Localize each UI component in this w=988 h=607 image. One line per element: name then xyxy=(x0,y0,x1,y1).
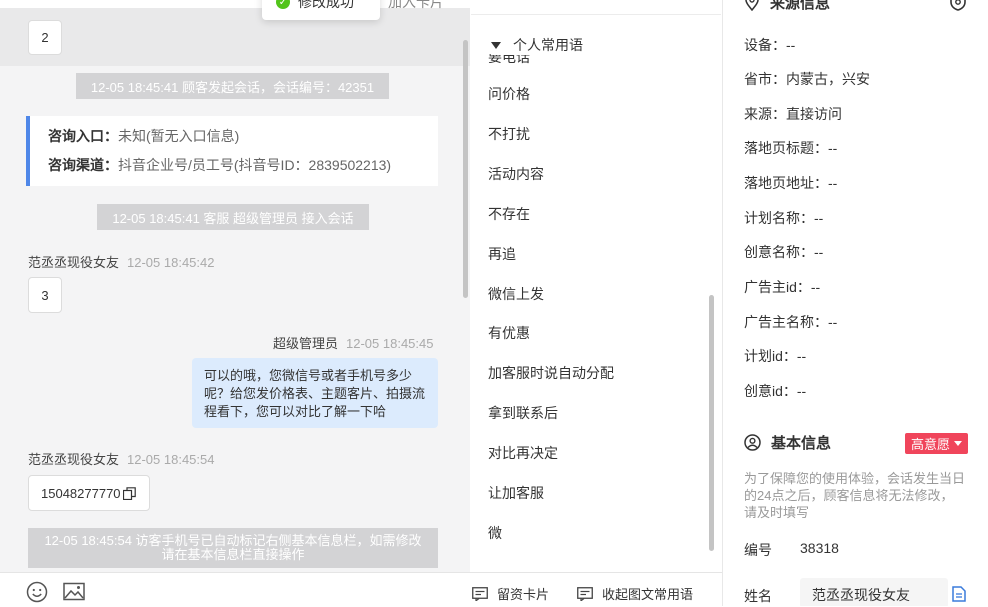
agent-sender-line: 超级管理员 12-05 18:45:45 xyxy=(273,336,434,351)
customer-message-bubble: 3 xyxy=(28,277,62,313)
chat-scrollbar[interactable] xyxy=(463,40,468,298)
phrase-item[interactable]: 加客服时说自动分配 xyxy=(488,363,614,383)
system-message-phone-marked: 12-05 18:45:54 访客手机号已自动标记右侧基本信息栏，如需修改请在基… xyxy=(28,528,438,568)
source-info-row: 创意id：-- xyxy=(744,383,807,399)
system-message-agent-joined: 12-05 18:45:41 客服 超级管理员 接入会话 xyxy=(97,204,369,230)
source-info-row: 创意名称：-- xyxy=(744,244,824,260)
source-info-row: 广告主id：-- xyxy=(744,279,821,295)
source-info-row: 来源：直接访问 xyxy=(744,106,842,122)
intent-level-dropdown[interactable]: 高意愿 xyxy=(905,433,969,454)
name-label: 姓名 xyxy=(744,588,772,604)
phrase-item[interactable]: 不存在 xyxy=(488,204,530,224)
edit-deadline-notice: 为了保障您的使用体验，会话发生当日的24点之后，顾客信息将无法修改，请及时填写 xyxy=(744,471,966,520)
consult-entry-card: 咨询入口：未知(暂无入口信息) 咨询渠道：抖音企业号/员工号(抖音号ID：283… xyxy=(26,116,438,186)
caret-down-icon xyxy=(954,441,963,446)
customer-message-bubble: 2 xyxy=(28,20,62,55)
phrases-group-toggle[interactable]: 个人常用语 xyxy=(491,35,591,55)
customer-info-panel: 来源信息 设备：-- 省市：内蒙古，兴安 来源：直接访问 落地页标题：-- 落地… xyxy=(723,0,988,606)
id-label: 编号 xyxy=(744,542,772,558)
lead-card-button[interactable]: 留资卡片 xyxy=(472,584,549,603)
customer-sender-line: 范丞丞现役女友 12-05 18:45:42 xyxy=(28,255,215,270)
source-info-row: 省市：内蒙古，兴安 xyxy=(744,71,870,87)
collapse-phrases-button[interactable]: 收起图文常用语 xyxy=(577,584,693,603)
image-icon[interactable] xyxy=(63,582,85,602)
customer-phone-bubble: 15048277770 xyxy=(28,475,150,511)
check-circle-icon: ✓ xyxy=(276,0,290,9)
phrase-item[interactable]: 有优惠 xyxy=(488,323,530,343)
shield-icon[interactable] xyxy=(949,0,967,11)
phrase-item[interactable]: 微信上发 xyxy=(488,284,544,304)
source-info-row: 计划名称：-- xyxy=(744,210,824,226)
caret-down-icon xyxy=(491,41,501,49)
id-value: 38318 xyxy=(800,540,839,556)
phrase-item[interactable]: 不打扰 xyxy=(488,124,530,144)
source-info-row: 计划id：-- xyxy=(744,348,807,364)
source-info-row: 落地页地址：-- xyxy=(744,175,838,191)
source-info-header: 来源信息 xyxy=(745,0,830,13)
success-toast: ✓ 修改成功 xyxy=(262,0,380,20)
phrase-item[interactable]: 对比再决定 xyxy=(488,443,558,463)
phrase-item[interactable]: 活动内容 xyxy=(488,164,544,184)
source-info-row: 落地页标题：-- xyxy=(744,140,838,156)
source-info-row: 广告主名称：-- xyxy=(744,314,838,330)
basic-info-header: 基本信息 xyxy=(744,432,831,453)
copy-icon[interactable] xyxy=(122,486,136,500)
card-icon xyxy=(472,586,488,601)
phrases-scrollbar[interactable] xyxy=(709,295,714,551)
source-info-row: 设备：-- xyxy=(744,37,796,53)
agent-message-bubble: 可以的哦，您微信号或者手机号多少呢？给您发价格表、主题客片、拍摄流程看下，您可以… xyxy=(192,358,438,428)
copy-icon[interactable] xyxy=(952,586,966,602)
emoji-icon[interactable] xyxy=(26,581,48,603)
phrase-item[interactable]: 拿到联系后 xyxy=(488,403,558,423)
phrase-item[interactable]: 让加客服 xyxy=(488,483,544,503)
name-input[interactable]: 范丞丞现役女友 xyxy=(800,578,948,606)
clipped-header-text: 加入卡片 xyxy=(388,0,444,10)
location-pin-icon xyxy=(745,0,759,11)
phrase-item[interactable]: 微 xyxy=(488,523,502,543)
input-toolbar: 留资卡片 收起图文常用语 xyxy=(0,572,722,607)
user-circle-icon xyxy=(744,434,761,451)
message-icon xyxy=(577,586,593,601)
customer-sender-line: 范丞丞现役女友 12-05 18:45:54 xyxy=(28,452,215,467)
chat-panel: 2 12-05 18:45:41 顾客发起会话，会话编号：42351 咨询入口：… xyxy=(0,0,470,572)
system-message-session-start: 12-05 18:45:41 顾客发起会话，会话编号：42351 xyxy=(76,73,389,99)
common-phrases-panel: 个人常用语 要电话 问价格 不打扰 活动内容 不存在 再追 微信上发 有优惠 加… xyxy=(471,14,721,572)
phrase-item[interactable]: 再追 xyxy=(488,244,516,264)
phrase-item[interactable]: 问价格 xyxy=(488,84,530,104)
